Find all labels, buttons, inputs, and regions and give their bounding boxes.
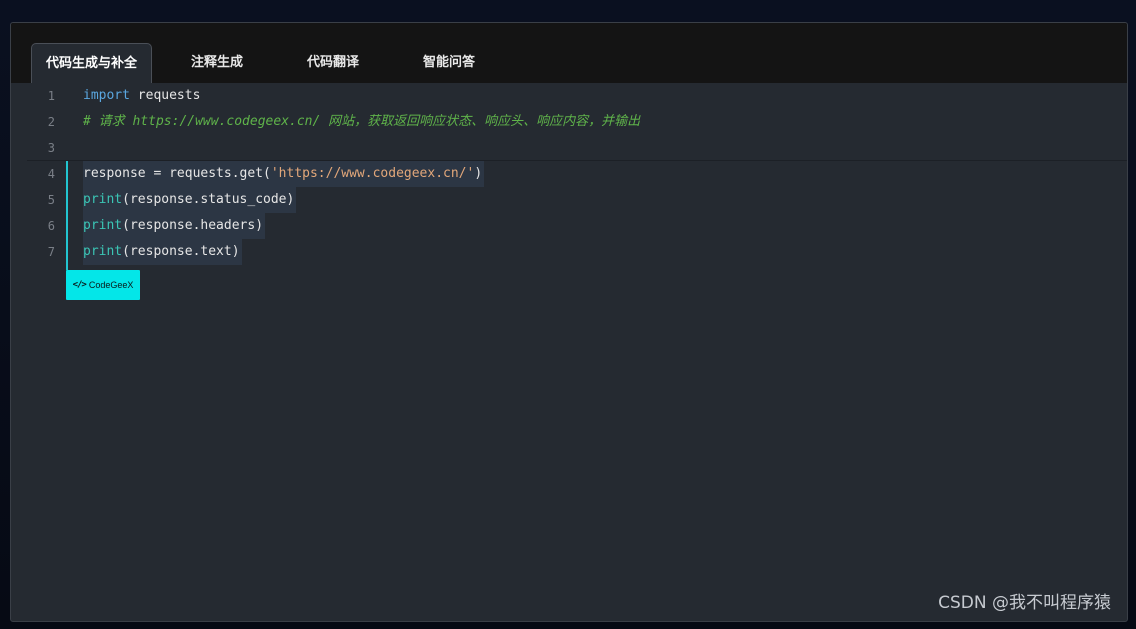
code-token: (response.headers) [122, 218, 264, 233]
code-token: response = requests.get( [83, 166, 271, 181]
code-line: 2 # 请求 https://www.codegeex.cn/ 网站，获取返回响… [11, 109, 1127, 135]
suggested-code-line: 7 print(response.text) [11, 239, 1127, 265]
code-brackets-icon: </> [72, 280, 87, 290]
code-editor[interactable]: 1 import requests 2 # 请求 https://www.cod… [11, 83, 1127, 621]
line-number: 6 [47, 219, 55, 233]
function-token: print [83, 192, 123, 207]
line-content: # 请求 https://www.codegeex.cn/ 网站，获取返回响应状… [83, 109, 640, 135]
suggested-code-line: 5 print(response.status_code) [11, 187, 1127, 213]
suggested-code-line: 4 response = requests.get('https://www.c… [11, 161, 1127, 187]
code-token: (response.text) [122, 244, 240, 259]
line-number: 3 [47, 141, 55, 155]
csdn-watermark: CSDN @我不叫程序猿 [938, 593, 1111, 613]
line-content: print(response.status_code) [83, 187, 297, 213]
line-content: import requests [83, 83, 200, 109]
comment-token: # 请求 https://www.codegeex.cn/ 网站，获取返回响应状… [83, 114, 641, 129]
code-demo-window: 代码生成与补全 注释生成 代码翻译 智能问答 1 import requests… [10, 22, 1128, 622]
line-content: response = requests.get('https://www.cod… [83, 161, 485, 187]
line-content: print(response.text) [83, 239, 242, 265]
keyword-token: import [83, 88, 130, 103]
code-line: 1 import requests [11, 83, 1127, 109]
line-number: 7 [47, 245, 55, 259]
code-line: 3 [11, 135, 1127, 161]
code-token: ) [474, 166, 483, 181]
line-number: 4 [47, 167, 55, 181]
function-token: print [83, 244, 123, 259]
suggestion-indicator [66, 161, 68, 270]
tab-bar: 代码生成与补全 注释生成 代码翻译 智能问答 [11, 23, 1127, 83]
tab-code-generation[interactable]: 代码生成与补全 [31, 43, 153, 83]
line-number: 1 [47, 89, 55, 103]
string-token: 'https://www.codegeex.cn/' [270, 166, 475, 181]
codegeex-badge-button[interactable]: </> CodeGeeX [66, 270, 140, 300]
suggested-code-line: 6 print(response.headers) [11, 213, 1127, 239]
tab-code-translation[interactable]: 代码翻译 [293, 43, 373, 83]
line-number: 5 [47, 193, 55, 207]
line-content: print(response.headers) [83, 213, 266, 239]
tab-smart-qa[interactable]: 智能问答 [409, 43, 489, 83]
identifier-token: requests [129, 88, 201, 103]
function-token: print [83, 218, 123, 233]
code-token: (response.status_code) [122, 192, 295, 207]
line-number: 2 [47, 115, 55, 129]
codegeex-label: CodeGeeX [88, 280, 134, 290]
tab-comment-generation[interactable]: 注释生成 [177, 43, 257, 83]
